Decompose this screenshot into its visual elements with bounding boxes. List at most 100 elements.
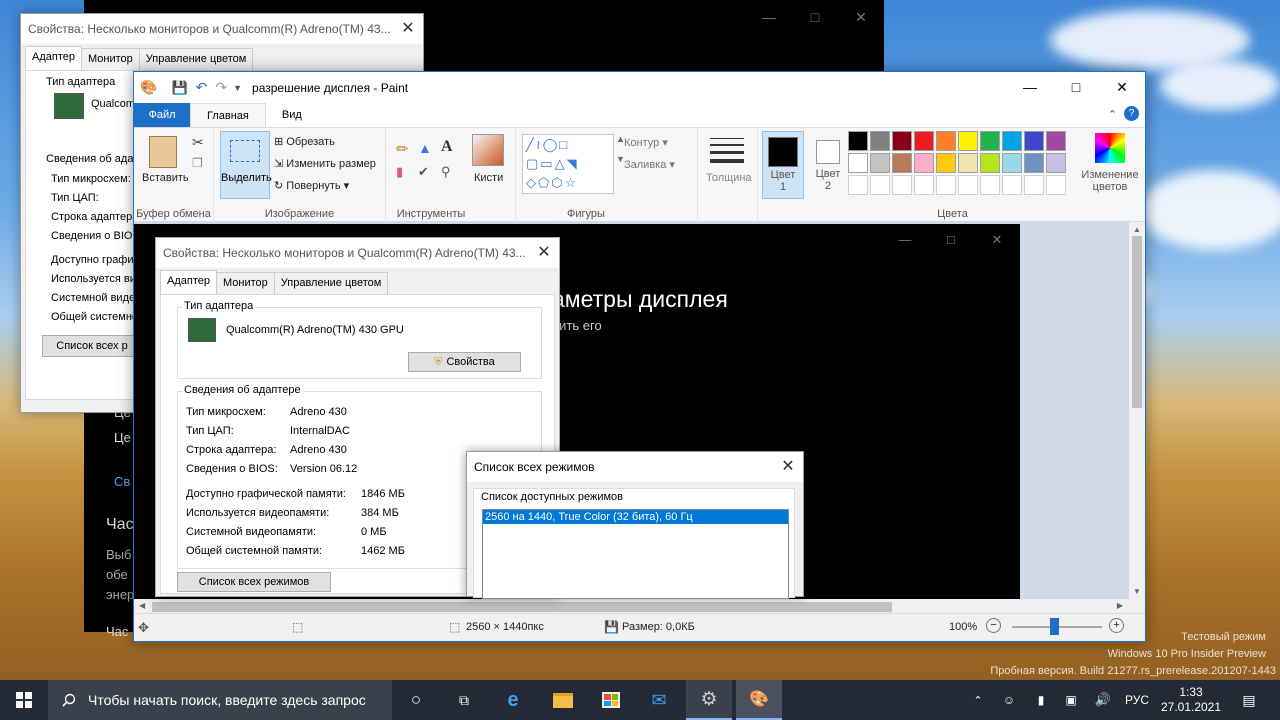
redo-icon[interactable]: ↷ <box>215 79 227 96</box>
palette-swatch[interactable] <box>936 131 956 151</box>
brushes-icon[interactable] <box>472 134 504 166</box>
modes-listbox[interactable]: 2560 на 1440, True Color (32 бита), 60 Г… <box>482 509 789 599</box>
cut-icon[interactable]: ✂ <box>192 134 204 151</box>
minimize-icon[interactable]: — <box>1007 72 1053 103</box>
vertical-scrollbar[interactable]: ▲ ▼ <box>1129 222 1145 599</box>
chevron-up-icon[interactable]: ⌃ <box>968 680 988 720</box>
resize-button[interactable]: ⇲ Изменить размер <box>274 157 376 170</box>
maximize-icon[interactable]: □ <box>792 0 838 34</box>
scroll-left-icon[interactable]: ◀ <box>139 601 145 610</box>
maximize-icon[interactable]: □ <box>1053 72 1099 103</box>
scroll-down-icon[interactable]: ▼ <box>1129 587 1145 596</box>
mail-icon[interactable]: ✉ <box>636 680 682 720</box>
scroll-up-icon[interactable]: ▲ <box>1129 225 1145 234</box>
zoom-out-icon[interactable]: − <box>986 618 1001 633</box>
fill-button[interactable]: Заливка ▾ <box>624 158 675 171</box>
paste-button[interactable]: Вставить <box>142 172 189 184</box>
zoom-slider-thumb[interactable] <box>1050 618 1059 635</box>
tab-file[interactable]: Файл <box>134 103 190 127</box>
palette-swatch[interactable] <box>1024 175 1044 195</box>
close-icon[interactable]: ✕ <box>529 238 559 268</box>
mode-item-selected[interactable]: 2560 на 1440, True Color (32 бита), 60 Г… <box>483 510 788 524</box>
undo-icon[interactable]: ↶ <box>196 79 208 96</box>
tab-color-management[interactable]: Управление цветом <box>138 48 254 70</box>
palette-swatch[interactable] <box>1046 131 1066 151</box>
color1-button[interactable]: Цвет 1 <box>762 131 804 199</box>
tab-home[interactable]: Главная <box>190 103 266 127</box>
store-icon[interactable] <box>588 680 634 720</box>
tab-adapter[interactable]: Адаптер <box>25 46 82 70</box>
palette-swatch[interactable] <box>980 175 1000 195</box>
collapse-ribbon-icon[interactable]: ⌃ <box>1108 108 1117 121</box>
minimize-icon[interactable]: — <box>746 0 792 34</box>
quick-access-dropdown-icon[interactable]: ▼ <box>233 83 242 93</box>
task-view-icon[interactable]: ⧉ <box>442 680 486 720</box>
palette-swatch[interactable] <box>958 153 978 173</box>
crop-button[interactable]: ⊞ Обрезать <box>274 135 335 148</box>
clock[interactable]: 1:33 27.01.2021 <box>1158 680 1224 720</box>
eraser-icon[interactable]: ▮ <box>396 164 403 180</box>
close-icon[interactable]: ✕ <box>838 0 884 34</box>
palette-swatch[interactable] <box>980 131 1000 151</box>
palette-swatch[interactable] <box>870 153 890 173</box>
people-icon[interactable]: ☺ <box>998 680 1020 720</box>
palette-swatch[interactable] <box>892 131 912 151</box>
palette-swatch[interactable] <box>848 175 868 195</box>
palette-swatch[interactable] <box>1024 153 1044 173</box>
file-explorer-icon[interactable] <box>540 680 586 720</box>
paint-taskbar-icon[interactable]: 🎨 <box>736 680 782 720</box>
size-icon[interactable] <box>710 138 744 163</box>
close-icon[interactable]: ✕ <box>773 452 803 482</box>
color2-button[interactable]: Цвет 2 <box>808 131 848 199</box>
palette-swatch[interactable] <box>958 175 978 195</box>
palette-swatch[interactable] <box>936 175 956 195</box>
hscroll-thumb[interactable] <box>152 602 892 612</box>
outline-button[interactable]: Контур ▾ <box>624 136 668 149</box>
select-button[interactable]: Выделить <box>220 131 272 199</box>
palette-swatch[interactable] <box>870 175 890 195</box>
start-button[interactable] <box>0 680 48 720</box>
palette-swatch[interactable] <box>914 131 934 151</box>
palette-swatch[interactable] <box>1002 131 1022 151</box>
zoom-in-icon[interactable]: + <box>1109 618 1124 633</box>
save-icon[interactable]: 💾 <box>171 80 187 96</box>
palette-swatch[interactable] <box>848 131 868 151</box>
pencil-icon[interactable]: ✏ <box>396 140 409 158</box>
brushes-button[interactable]: Кисти <box>474 172 503 184</box>
notifications-icon[interactable]: ▤ <box>1234 680 1264 720</box>
paste-icon[interactable] <box>149 136 177 168</box>
tab-adapter[interactable]: Адаптер <box>160 270 217 294</box>
palette-swatch[interactable] <box>892 175 912 195</box>
magnifier-icon[interactable]: ⚲ <box>441 164 451 180</box>
scroll-thumb[interactable] <box>1132 236 1142 408</box>
settings-link[interactable]: Св <box>114 474 130 489</box>
tab-monitor[interactable]: Монитор <box>215 272 275 294</box>
search-box[interactable]: Чтобы начать поиск, введите здесь запрос <box>48 680 392 720</box>
rotate-button[interactable]: ↻ Повернуть ▾ <box>274 179 349 192</box>
palette-swatch[interactable] <box>914 153 934 173</box>
palette-swatch[interactable] <box>914 175 934 195</box>
scroll-right-icon[interactable]: ▶ <box>1117 601 1123 610</box>
close-icon[interactable]: ✕ <box>1099 72 1145 103</box>
battery-icon[interactable]: ▮ <box>1030 680 1052 720</box>
palette-swatch[interactable] <box>980 153 1000 173</box>
settings-gear-icon[interactable]: ⚙ <box>686 680 732 720</box>
cortana-icon[interactable]: ○ <box>394 680 438 720</box>
list-all-modes-button[interactable]: Список всех режимов <box>177 572 331 592</box>
palette-swatch[interactable] <box>936 153 956 173</box>
network-icon[interactable]: ▣ <box>1060 680 1082 720</box>
text-tool-icon[interactable]: A <box>441 138 453 156</box>
tab-color-management[interactable]: Управление цветом <box>273 272 389 294</box>
language-indicator[interactable]: РУС <box>1120 680 1154 720</box>
palette-swatch[interactable] <box>1002 153 1022 173</box>
palette-swatch[interactable] <box>1046 175 1066 195</box>
palette-swatch[interactable] <box>958 131 978 151</box>
palette-swatch[interactable] <box>848 153 868 173</box>
properties-button[interactable]: ⛨ Свойства <box>408 352 521 372</box>
volume-icon[interactable]: 🔊 <box>1092 680 1114 720</box>
color-picker-icon[interactable]: ✔ <box>418 164 429 180</box>
edge-icon[interactable]: e <box>490 680 536 720</box>
close-icon[interactable]: ✕ <box>393 14 423 44</box>
help-icon[interactable]: ? <box>1124 106 1139 121</box>
fill-bucket-icon[interactable]: ▲ <box>418 140 432 156</box>
